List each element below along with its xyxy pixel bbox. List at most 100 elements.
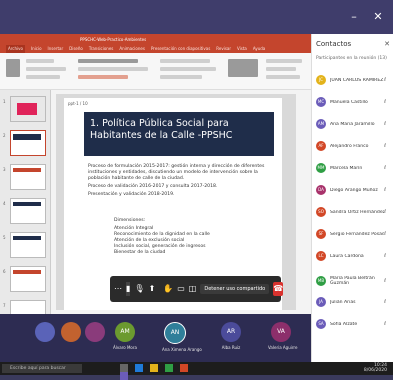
contact-item[interactable]: MB María Paula Beltrán Guzmán ℓ [316,272,392,290]
shared-screen-powerpoint: PPSCHC-Web-Practico-Ambientes Archivo In… [0,34,311,314]
contact-item[interactable]: DA Diego Arango Muñoz ℓ [316,184,392,196]
participant-tile[interactable] [82,322,108,345]
paste-icon[interactable] [6,59,20,77]
powerpoint-icon[interactable] [180,364,188,372]
avatar: SF [316,229,326,239]
avatar: AM [115,322,135,342]
font-color-controls[interactable] [78,75,128,79]
menu-review[interactable]: Revisar [216,45,231,53]
hang-up-button[interactable]: ☎ [273,282,284,296]
mic-icon: ℓ [384,143,387,149]
paragraph-controls[interactable] [160,59,210,63]
menu-file[interactable]: Archivo [6,45,25,53]
ribbon-control[interactable] [26,75,60,79]
font-selector[interactable] [78,59,138,63]
mic-icon: ℓ [384,99,387,105]
chrome-icon[interactable] [165,364,173,372]
chat-icon[interactable]: ▭ [177,282,185,296]
stop-sharing-button[interactable]: Detener uso compartido [200,284,270,294]
meeting-control-bar: ⋯ ▮ 🎙 ⬆ ✋ ▭ ◫ Detener uso compartido ☎ [110,276,284,302]
contact-item[interactable]: SO Sandra Ortiz Hernández ℓ [316,206,392,218]
menu-insert[interactable]: Insertar [48,45,64,53]
menu-home[interactable]: Inicio [31,45,42,53]
menu-help[interactable]: Ayuda [253,45,265,53]
contact-item[interactable]: SF Sergio Fernandez Posada ℓ [316,228,392,240]
participant-tile[interactable]: AM Álvaro Mora [112,322,138,350]
avatar: AM [316,119,326,129]
participant-tile[interactable]: VA Valeria Aguirre [268,322,298,350]
edge-icon[interactable] [135,364,143,372]
menu-slideshow[interactable]: Presentación con diapositivas [151,45,210,53]
participant-tile[interactable]: AR Alba Ruiz [218,322,244,350]
video-icon[interactable]: ▮ [126,282,131,296]
thumb-graphic [17,103,37,115]
participants-icon[interactable]: ◫ [189,282,197,296]
thumb-graphic [13,270,41,274]
menu-view[interactable]: Vista [237,45,247,53]
ribbon-control[interactable] [26,67,66,71]
contact-item[interactable]: MM Marcela Marín ℓ [316,162,392,174]
slide-bullet: Presentación y validación 2018-2019. [88,192,175,197]
clock-date: 8/06/2020 [363,368,387,373]
paragraph-controls[interactable] [160,75,202,79]
contact-item[interactable]: LC Laura Cardona ℓ [316,250,392,262]
slide-sub-list: Dimensiones: Atención Integral Reconocim… [114,218,244,256]
slide-header: ppt-1 / 10 [64,98,282,108]
participant-name: Valeria Aguirre [268,345,298,350]
contact-name: María Paula Beltrán Guzmán [330,276,375,286]
contact-item[interactable]: SA Sofía Alzate ℓ [316,318,392,330]
close-button[interactable]: ✕ [371,10,385,24]
ppt-ribbon [0,53,311,90]
avatar: JA [316,297,326,307]
slide-thumbnail[interactable]: 4 [3,198,46,224]
slide-thumbnail[interactable]: 7 [3,300,46,314]
font-format-controls[interactable] [78,67,148,71]
teams-icon[interactable] [120,372,128,380]
ribbon-control[interactable] [26,59,54,63]
menu-transitions[interactable]: Transiciones [89,45,114,53]
minimize-button[interactable]: – [347,10,361,24]
contact-item[interactable]: JC JUAN CARLOS RAMIREZ ℓ [316,74,392,86]
slide-bullet: Proceso de formulación 2015-2017: gestió… [88,164,265,181]
participant-tile[interactable] [58,322,84,345]
contact-item[interactable]: AF Alejandro Franco ℓ [316,140,392,152]
contact-item[interactable]: AM Ana Maria Jaramillo ℓ [316,118,392,130]
sub-list-heading: Dimensiones: [114,218,146,223]
participant-strip: AM Álvaro Mora AN Ana Ximena Arango AR Alba… [0,314,311,362]
slide-thumbnail[interactable]: 5 [3,232,46,258]
slide-thumbnail[interactable]: 3 [3,164,46,190]
file-explorer-icon[interactable] [150,364,158,372]
mic-icon: ℓ [384,231,387,237]
more-icon[interactable]: ⋯ [114,282,122,296]
editing-controls[interactable] [266,59,302,63]
share-icon[interactable]: ⬆ [149,282,156,296]
close-icon[interactable]: ✕ [384,40,390,48]
contacts-title: Contactos [316,40,352,48]
avatar: AF [316,141,326,151]
menu-animations[interactable]: Animaciones [119,45,145,53]
mic-icon: ℓ [384,77,387,83]
taskbar-search[interactable]: Escribe aquí para buscar [2,364,82,373]
slide-thumbnail[interactable]: 6 [3,266,46,292]
thumb-graphic [13,202,41,206]
raise-hand-icon[interactable]: ✋ [163,282,173,296]
thumb-graphic [13,168,41,172]
contact-item[interactable]: JA Julián Arias ℓ [316,296,392,308]
contact-item[interactable]: MC Manuela Castillo ℓ [316,96,392,108]
participant-name: Álvaro Mora [113,345,137,350]
paragraph-controls[interactable] [160,67,216,71]
slide-thumbnail[interactable]: 1 [3,96,46,122]
menu-design[interactable]: Diseño [69,45,83,53]
task-view-icon[interactable] [120,364,128,372]
contacts-header: Contactos ✕ [312,34,393,54]
shapes-gallery[interactable] [228,59,258,77]
avatar: AN [164,322,186,344]
thumb-graphic [13,134,41,140]
editing-controls[interactable] [266,67,296,71]
editing-controls[interactable] [266,75,300,79]
mic-icon[interactable]: 🎙 [134,282,144,296]
slide-thumbnail[interactable]: 2 [3,130,46,156]
participant-name: Ana Ximena Arango [162,347,202,352]
participant-tile[interactable]: AN Ana Ximena Arango [162,322,202,352]
participant-tile[interactable] [32,322,58,345]
